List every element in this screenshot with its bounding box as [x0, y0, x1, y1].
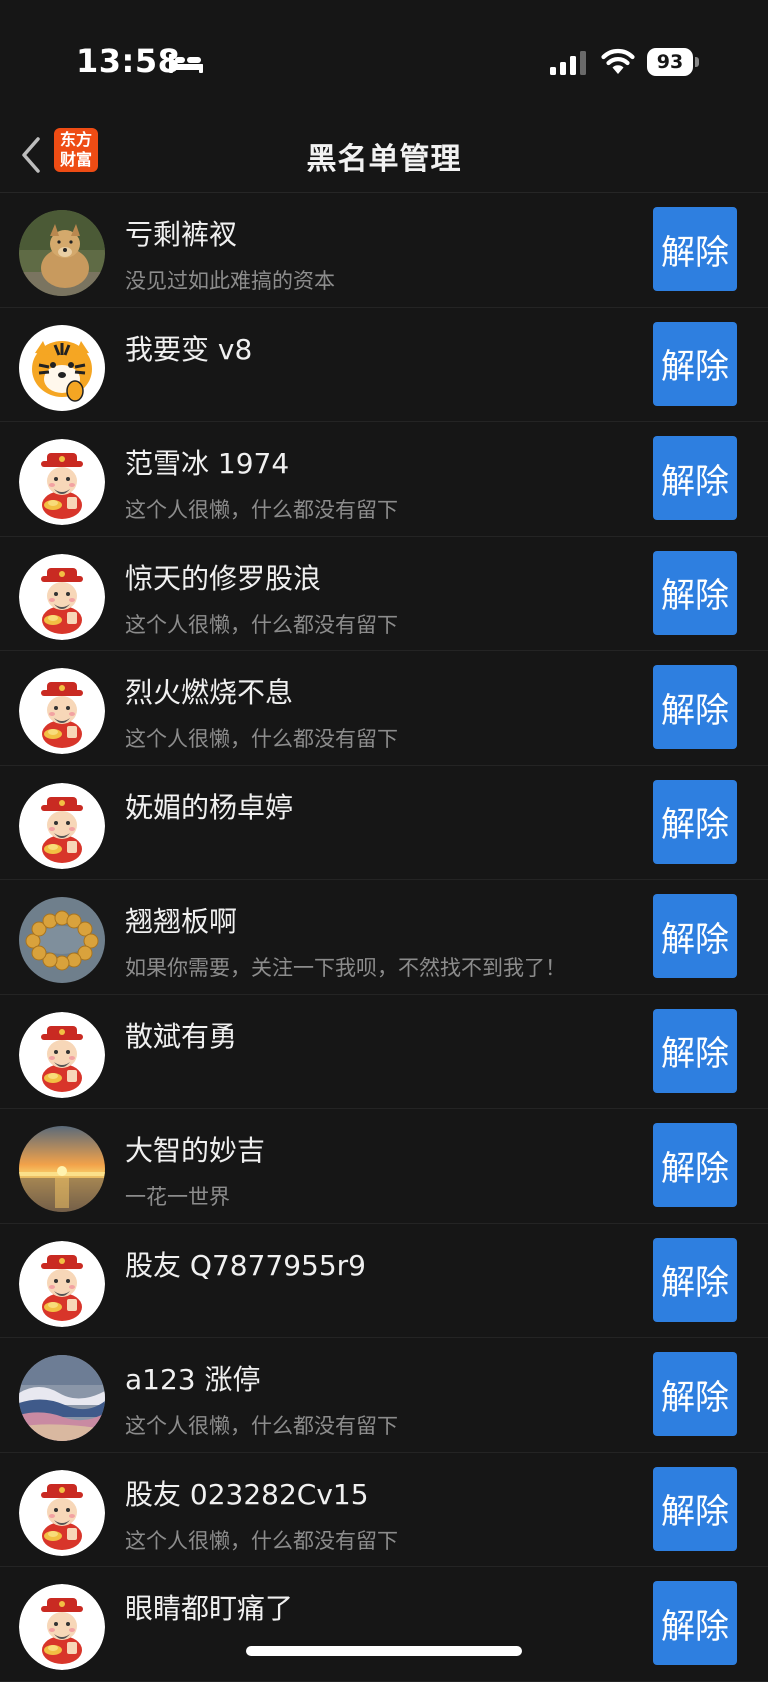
username[interactable]: 范雪冰 1974 [125, 442, 289, 482]
unblock-button[interactable]: 解除 [653, 1123, 737, 1207]
blocked-user-row: 范雪冰 1974 这个人很懒，什么都没有留下 解除 [0, 422, 768, 537]
unblock-button[interactable]: 解除 [653, 1581, 737, 1665]
avatar[interactable] [19, 897, 105, 983]
page-title: 黑名单管理 [306, 142, 462, 177]
username[interactable]: 翘翘板啊 [125, 900, 237, 940]
blocked-user-row: 眼睛都盯痛了 解除 [0, 1567, 768, 1682]
blocked-user-row: 我要变 v8 解除 [0, 308, 768, 422]
battery-level: 93 [647, 48, 693, 76]
username[interactable]: 烈火燃烧不息 [125, 671, 293, 711]
avatar[interactable] [19, 782, 105, 869]
username[interactable]: 大智的妙吉 [125, 1129, 265, 1169]
blocked-user-row: a123 涨停这个人很懒，什么都没有留下 解除 [0, 1338, 768, 1453]
home-indicator [246, 1646, 522, 1656]
status-time: 13:58 [76, 42, 181, 80]
avatar[interactable] [19, 668, 105, 754]
user-bio: 这个人很懒，什么都没有留下 [125, 612, 398, 637]
unblock-button[interactable]: 解除 [653, 207, 737, 291]
avatar[interactable] [19, 1355, 105, 1441]
unblock-button[interactable]: 解除 [653, 779, 737, 864]
username[interactable]: 股友 023282Cv15 [125, 1473, 369, 1513]
unblock-button[interactable]: 解除 [653, 1008, 737, 1093]
cellular-signal-icon [550, 51, 586, 75]
blocked-user-row: 大智的妙吉一花一世界 解除 [0, 1109, 768, 1224]
unblock-button[interactable]: 解除 [653, 665, 737, 749]
user-bio: 一花一世界 [125, 1185, 230, 1209]
battery-indicator: 93 [647, 48, 699, 76]
user-bio: 这个人很懒，什么都没有留下 [125, 1528, 398, 1553]
unblock-button[interactable]: 解除 [653, 321, 737, 406]
blocked-user-row: 惊天的修罗股浪这个人很懒，什么都没有留下 解除 [0, 537, 768, 651]
avatar[interactable] [19, 324, 105, 411]
username[interactable]: 惊天的修罗股浪 [125, 557, 321, 597]
username[interactable]: 股友 Q7877955r9 [125, 1244, 366, 1284]
avatar[interactable] [19, 439, 105, 525]
unblock-button[interactable]: 解除 [653, 436, 737, 520]
username[interactable]: 散斌有勇 [125, 1015, 237, 1055]
avatar[interactable] [19, 1126, 105, 1212]
status-bar: 13:58 93 [0, 0, 768, 120]
battery-cap [695, 57, 699, 67]
avatar[interactable] [19, 553, 105, 640]
unblock-button[interactable]: 解除 [653, 894, 737, 978]
blocked-user-row: 妩媚的杨卓婷 解除 [0, 766, 768, 880]
user-bio: 如果你需要，关注一下我呗，不然找不到我了！ [125, 956, 566, 980]
avatar[interactable] [19, 210, 105, 296]
user-bio: 这个人很懒，什么都没有留下 [125, 727, 398, 751]
blocked-user-row: 翘翘板啊如果你需要，关注一下我呗，不然找不到我了！ 解除 [0, 880, 768, 995]
navigation-bar: 东方 财富 黑名单管理 [0, 120, 768, 193]
user-bio: 没见过如此难搞的资本 [125, 269, 335, 293]
blocked-user-row: 亏剩裤衩没见过如此难搞的资本 解除 [0, 193, 768, 308]
unblock-button[interactable]: 解除 [653, 1237, 737, 1322]
username[interactable]: 眼睛都盯痛了 [125, 1587, 293, 1627]
blocked-user-row: 股友 Q7877955r9 解除 [0, 1224, 768, 1338]
blocked-users-list: 亏剩裤衩 没见过如此难搞的资本 解除 我要变 v8 解除 范雪冰 1974 这个… [0, 193, 768, 1682]
blocked-user-row: 股友 023282Cv15 这个人很懒，什么都没有留下 解除 [0, 1453, 768, 1567]
user-bio: 这个人很懒，什么都没有留下 [125, 1414, 398, 1438]
unblock-button[interactable]: 解除 [653, 1352, 737, 1436]
avatar[interactable] [19, 1469, 105, 1556]
sleep-bed-icon [169, 54, 203, 73]
blocked-user-row: 烈火燃烧不息这个人很懒，什么都没有留下 解除 [0, 651, 768, 766]
user-bio: 这个人很懒，什么都没有留下 [125, 498, 398, 522]
unblock-button[interactable]: 解除 [653, 1466, 737, 1551]
username[interactable]: 妩媚的杨卓婷 [125, 786, 293, 826]
avatar[interactable] [19, 1240, 105, 1327]
blocked-user-row: 散斌有勇 解除 [0, 995, 768, 1109]
username[interactable]: 亏剩裤衩 [125, 213, 237, 253]
wifi-icon [601, 48, 635, 74]
unblock-button[interactable]: 解除 [653, 550, 737, 635]
avatar[interactable] [19, 1011, 105, 1098]
username[interactable]: 我要变 v8 [125, 328, 252, 368]
avatar[interactable] [19, 1584, 105, 1670]
username[interactable]: a123 涨停 [125, 1358, 261, 1398]
